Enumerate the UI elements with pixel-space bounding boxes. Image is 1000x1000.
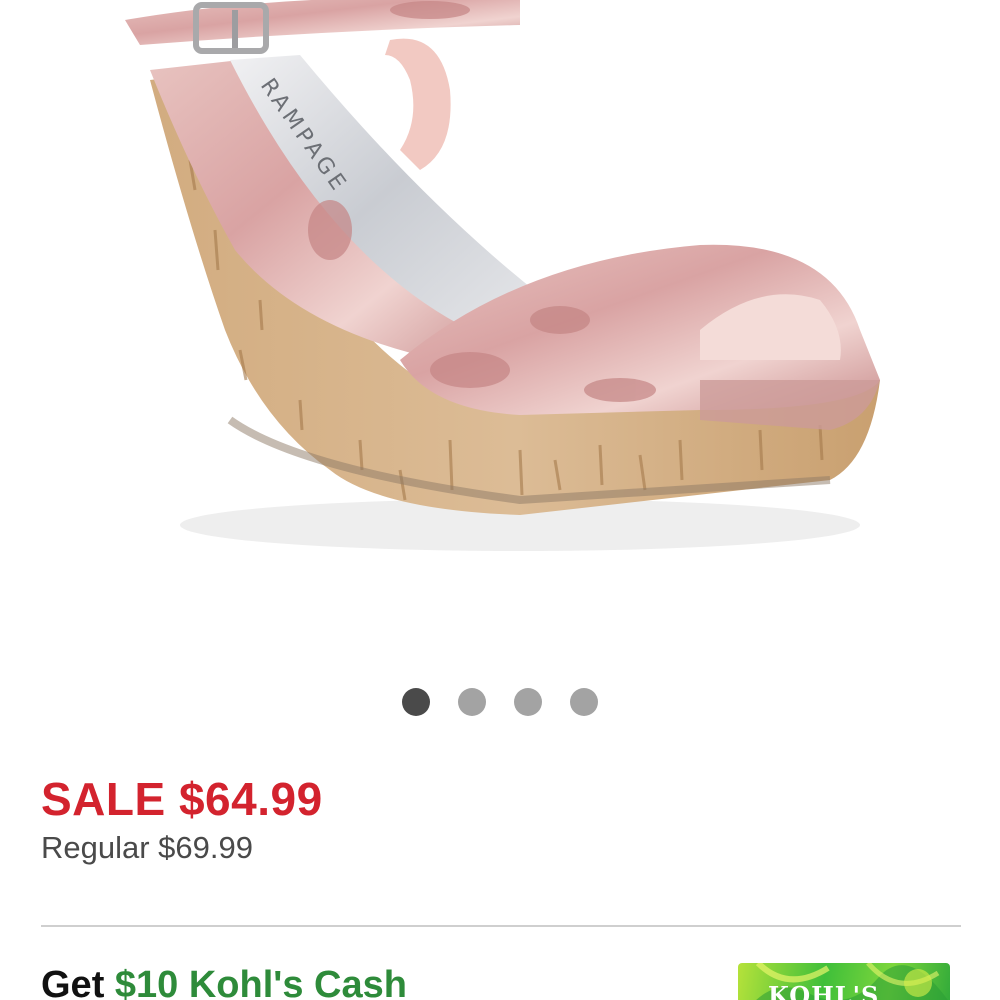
image-carousel-dots bbox=[0, 688, 1000, 718]
regular-price: Regular $69.99 bbox=[41, 830, 253, 865]
kohls-cash-card-image: KOHL'S bbox=[738, 963, 950, 1000]
carousel-dot-1[interactable] bbox=[402, 688, 430, 716]
promo-cash-amount: $10 Kohl's Cash bbox=[114, 964, 407, 1000]
section-divider bbox=[41, 925, 961, 927]
product-image[interactable]: RAMPAGE bbox=[0, 0, 1000, 640]
product-page: RAMPAGE SALE $64.99 Regular $69.99 Get $… bbox=[0, 0, 1000, 1000]
sale-price: SALE $64.99 bbox=[41, 773, 323, 825]
carousel-dot-3[interactable] bbox=[514, 688, 542, 716]
carousel-dot-2[interactable] bbox=[458, 688, 486, 716]
carousel-dot-4[interactable] bbox=[570, 688, 598, 716]
promo-prefix: Get bbox=[41, 964, 115, 1000]
card-label: KOHL'S bbox=[768, 981, 880, 1000]
kohls-cash-promo[interactable]: Get $10 Kohl's Cash bbox=[41, 964, 407, 1000]
